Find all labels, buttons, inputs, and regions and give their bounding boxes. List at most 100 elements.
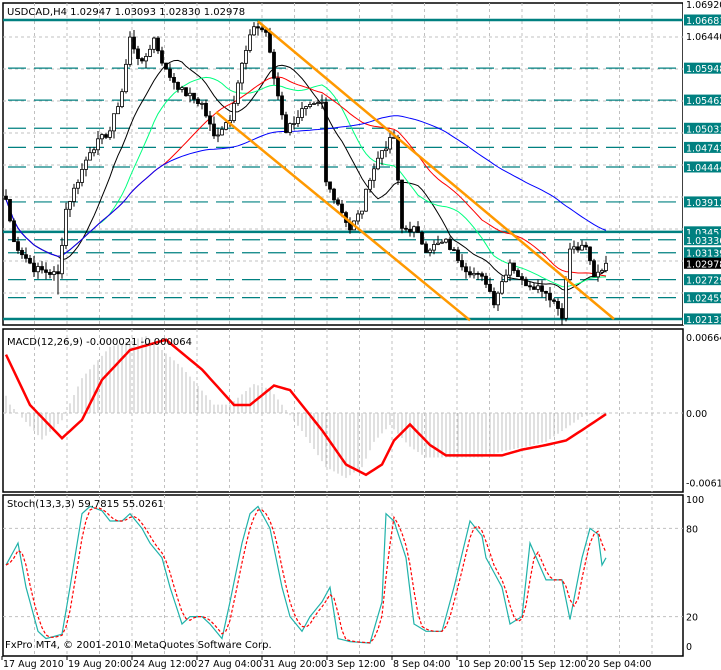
bull-candle[interactable]	[412, 226, 416, 233]
bear-candle[interactable]	[400, 179, 404, 229]
bear-candle[interactable]	[20, 250, 24, 256]
bear-candle[interactable]	[324, 101, 328, 183]
bull-candle[interactable]	[368, 179, 372, 190]
bear-candle[interactable]	[548, 292, 552, 301]
bear-candle[interactable]	[560, 308, 564, 319]
bull-candle[interactable]	[428, 249, 432, 253]
bull-candle[interactable]	[600, 270, 604, 273]
bear-candle[interactable]	[532, 286, 536, 290]
bear-candle[interactable]	[592, 260, 596, 278]
bear-candle[interactable]	[456, 249, 460, 261]
bear-candle[interactable]	[284, 114, 288, 133]
bull-candle[interactable]	[248, 34, 252, 51]
bear-candle[interactable]	[556, 301, 560, 309]
bull-candle[interactable]	[244, 50, 248, 64]
bear-candle[interactable]	[476, 272, 480, 275]
bear-candle[interactable]	[516, 270, 520, 278]
bear-candle[interactable]	[16, 241, 20, 251]
bear-candle[interactable]	[460, 260, 464, 268]
bull-candle[interactable]	[572, 246, 576, 250]
bear-candle[interactable]	[520, 276, 524, 280]
bull-candle[interactable]	[144, 56, 148, 62]
bear-candle[interactable]	[4, 195, 8, 200]
bull-candle[interactable]	[152, 37, 156, 50]
bear-candle[interactable]	[336, 199, 340, 205]
bear-candle[interactable]	[164, 62, 168, 70]
bull-candle[interactable]	[72, 187, 76, 202]
bull-candle[interactable]	[64, 208, 68, 246]
bear-candle[interactable]	[196, 98, 200, 105]
bear-candle[interactable]	[552, 299, 556, 302]
bull-candle[interactable]	[380, 150, 384, 159]
bull-candle[interactable]	[296, 117, 300, 124]
bull-candle[interactable]	[100, 134, 104, 140]
bull-candle[interactable]	[252, 26, 256, 36]
bull-candle[interactable]	[596, 271, 600, 278]
bear-candle[interactable]	[404, 227, 408, 230]
bear-candle[interactable]	[168, 68, 172, 78]
bull-candle[interactable]	[200, 102, 204, 105]
bull-candle[interactable]	[360, 210, 364, 215]
bull-candle[interactable]	[88, 152, 92, 161]
bear-candle[interactable]	[584, 244, 588, 248]
bull-candle[interactable]	[356, 213, 360, 222]
bear-candle[interactable]	[176, 81, 180, 90]
bear-candle[interactable]	[528, 285, 532, 288]
bull-candle[interactable]	[188, 92, 192, 97]
bear-candle[interactable]	[204, 102, 208, 117]
bull-candle[interactable]	[496, 292, 500, 306]
bull-candle[interactable]	[112, 113, 116, 132]
bull-candle[interactable]	[80, 168, 84, 183]
bull-candle[interactable]	[224, 122, 228, 130]
bear-candle[interactable]	[588, 246, 592, 262]
bear-candle[interactable]	[208, 115, 212, 125]
bear-candle[interactable]	[156, 37, 160, 52]
bull-candle[interactable]	[564, 279, 568, 319]
bull-candle[interactable]	[52, 271, 56, 275]
bull-candle[interactable]	[568, 248, 572, 280]
bull-candle[interactable]	[436, 242, 440, 245]
bear-candle[interactable]	[160, 50, 164, 64]
bear-candle[interactable]	[48, 272, 52, 275]
bear-candle[interactable]	[44, 269, 48, 273]
bull-candle[interactable]	[432, 244, 436, 251]
bear-candle[interactable]	[104, 134, 108, 138]
bear-candle[interactable]	[24, 254, 28, 259]
bull-candle[interactable]	[220, 128, 224, 136]
bear-candle[interactable]	[140, 58, 144, 62]
bull-candle[interactable]	[304, 106, 308, 110]
bear-candle[interactable]	[524, 278, 528, 287]
bull-candle[interactable]	[372, 168, 376, 181]
bear-candle[interactable]	[260, 27, 264, 31]
bull-candle[interactable]	[388, 137, 392, 150]
bull-candle[interactable]	[128, 36, 132, 65]
usdcad-h4-chart[interactable]: 1.06920 1.06440 1.06681 1.05948 1.05462 1.050…	[0, 0, 721, 670]
bear-candle[interactable]	[576, 246, 580, 251]
bear-candle[interactable]	[212, 123, 216, 137]
bear-candle[interactable]	[136, 48, 140, 59]
bull-candle[interactable]	[312, 103, 316, 105]
bear-candle[interactable]	[28, 257, 32, 264]
bull-candle[interactable]	[84, 159, 88, 170]
bear-candle[interactable]	[268, 31, 272, 53]
bear-candle[interactable]	[56, 271, 60, 275]
bull-candle[interactable]	[472, 272, 476, 276]
bull-candle[interactable]	[316, 102, 320, 105]
bull-candle[interactable]	[604, 262, 608, 271]
bear-candle[interactable]	[464, 266, 468, 273]
bull-candle[interactable]	[116, 106, 120, 115]
bull-candle[interactable]	[288, 123, 292, 133]
bull-candle[interactable]	[444, 238, 448, 243]
bear-candle[interactable]	[40, 266, 44, 271]
bear-candle[interactable]	[340, 203, 344, 214]
bear-candle[interactable]	[424, 243, 428, 253]
bull-candle[interactable]	[240, 62, 244, 84]
bear-candle[interactable]	[544, 290, 548, 294]
bull-candle[interactable]	[216, 134, 220, 137]
bear-candle[interactable]	[328, 181, 332, 190]
bear-candle[interactable]	[492, 291, 496, 306]
bull-candle[interactable]	[76, 182, 80, 189]
bear-candle[interactable]	[256, 26, 260, 29]
bull-candle[interactable]	[292, 123, 296, 125]
bull-candle[interactable]	[300, 108, 304, 118]
